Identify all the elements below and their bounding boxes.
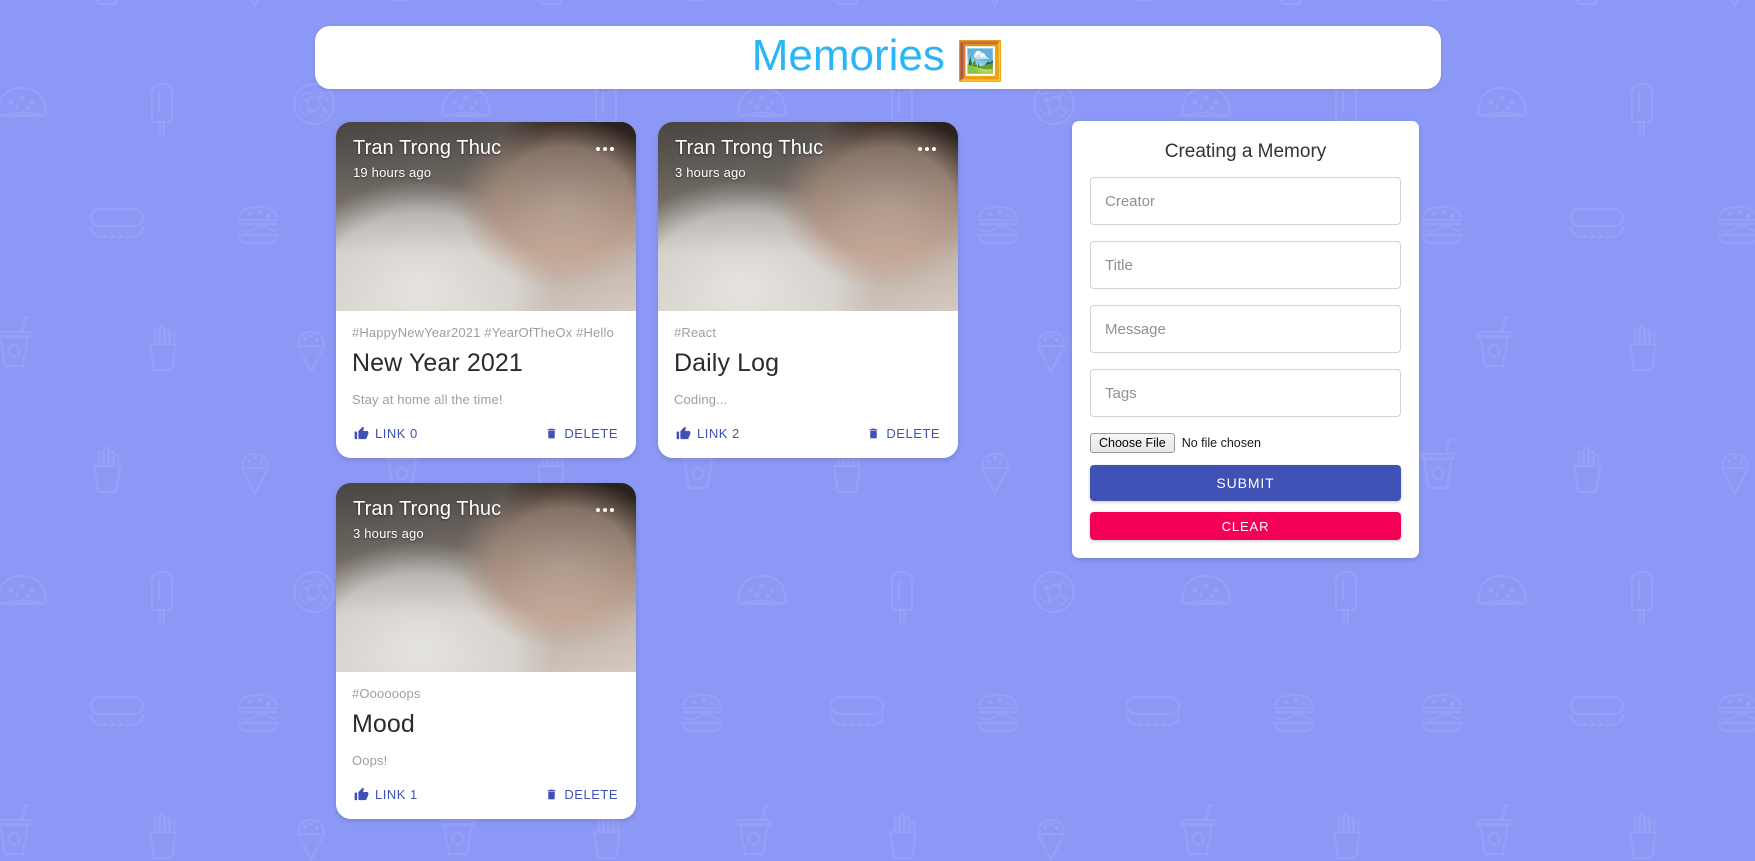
memory-timestamp: 3 hours ago <box>675 165 746 180</box>
trash-icon <box>867 426 880 441</box>
choose-file-button[interactable]: Choose File <box>1090 433 1175 453</box>
framed-picture-icon: 🖼️ <box>956 41 1005 83</box>
memory-image: Tran Trong Thuc 3 hours ago <box>336 483 636 672</box>
memory-author: Tran Trong Thuc <box>675 137 824 159</box>
memory-message: Oops! <box>352 753 388 768</box>
memory-tags: #HappyNewYear2021 #YearOfTheOx #Hello <box>352 325 614 340</box>
app-title-text: Memories <box>751 31 945 80</box>
tags-input[interactable] <box>1090 369 1401 417</box>
like-label: LINK 1 <box>375 787 418 802</box>
memory-author: Tran Trong Thuc <box>353 498 502 520</box>
memory-meta: Tran Trong Thuc 3 hours ago <box>353 497 619 541</box>
delete-button[interactable]: DELETE <box>537 421 626 446</box>
submit-button[interactable]: SUBMIT <box>1090 465 1401 501</box>
delete-button[interactable]: DELETE <box>537 782 626 807</box>
like-button[interactable]: LINK 1 <box>346 782 426 807</box>
delete-label: DELETE <box>564 787 618 802</box>
dot <box>932 147 936 151</box>
like-button[interactable]: LINK 2 <box>668 421 748 446</box>
delete-label: DELETE <box>564 426 618 441</box>
memory-timestamp: 19 hours ago <box>353 165 432 180</box>
memory-meta: Tran Trong Thuc 3 hours ago <box>675 136 941 180</box>
dot <box>610 147 614 151</box>
trash-icon <box>545 787 558 802</box>
delete-label: DELETE <box>886 426 940 441</box>
dot <box>925 147 929 151</box>
memory-author: Tran Trong Thuc <box>353 137 502 159</box>
memory-image: Tran Trong Thuc 19 hours ago <box>336 122 636 311</box>
creator-input[interactable] <box>1090 177 1401 225</box>
memory-card[interactable]: Tran Trong Thuc 19 hours ago #HappyNewYe… <box>336 122 636 458</box>
dot <box>603 508 607 512</box>
memory-meta: Tran Trong Thuc 19 hours ago <box>353 136 619 180</box>
thumb-up-icon <box>354 426 369 441</box>
page-title: Memories 🖼️ <box>751 31 1005 83</box>
app-root: Memories 🖼️ Tran Trong Thuc 19 hours ago <box>0 0 1755 861</box>
dot <box>596 147 600 151</box>
message-input[interactable] <box>1090 305 1401 353</box>
memory-message: Stay at home all the time! <box>352 392 503 407</box>
memory-tags: #React <box>674 325 717 340</box>
app-header: Memories 🖼️ <box>315 26 1441 89</box>
more-horiz-icon[interactable] <box>908 134 946 164</box>
more-horiz-icon[interactable] <box>586 495 624 525</box>
more-horiz-icon[interactable] <box>586 134 624 164</box>
memory-card[interactable]: Tran Trong Thuc 3 hours ago #React Daily… <box>658 122 958 458</box>
create-memory-form: Creating a Memory Choose File No file ch… <box>1072 121 1419 558</box>
thumb-up-icon <box>354 787 369 802</box>
memory-actions: LINK 1 DELETE <box>336 782 636 819</box>
dot <box>603 147 607 151</box>
memory-title: Mood <box>352 710 415 738</box>
like-label: LINK 0 <box>375 426 418 441</box>
title-input[interactable] <box>1090 241 1401 289</box>
memory-message: Coding... <box>674 392 728 407</box>
dot <box>596 508 600 512</box>
form-heading: Creating a Memory <box>1164 141 1327 162</box>
memory-card[interactable]: Tran Trong Thuc 3 hours ago #Oooooops Mo… <box>336 483 636 819</box>
file-upload-row: Choose File No file chosen <box>1090 433 1401 453</box>
memory-title: Daily Log <box>674 349 780 377</box>
dot <box>918 147 922 151</box>
like-button[interactable]: LINK 0 <box>346 421 426 446</box>
delete-button[interactable]: DELETE <box>859 421 948 446</box>
clear-button[interactable]: CLEAR <box>1090 512 1401 540</box>
memory-image: Tran Trong Thuc 3 hours ago <box>658 122 958 311</box>
memory-tags: #Oooooops <box>352 686 421 701</box>
file-status-label: No file chosen <box>1181 436 1261 450</box>
thumb-up-icon <box>676 426 691 441</box>
trash-icon <box>545 426 558 441</box>
memory-timestamp: 3 hours ago <box>353 526 424 541</box>
like-label: LINK 2 <box>697 426 740 441</box>
memory-actions: LINK 2 DELETE <box>658 421 958 458</box>
memory-title: New Year 2021 <box>352 349 523 377</box>
memory-actions: LINK 0 DELETE <box>336 421 636 458</box>
dot <box>610 508 614 512</box>
